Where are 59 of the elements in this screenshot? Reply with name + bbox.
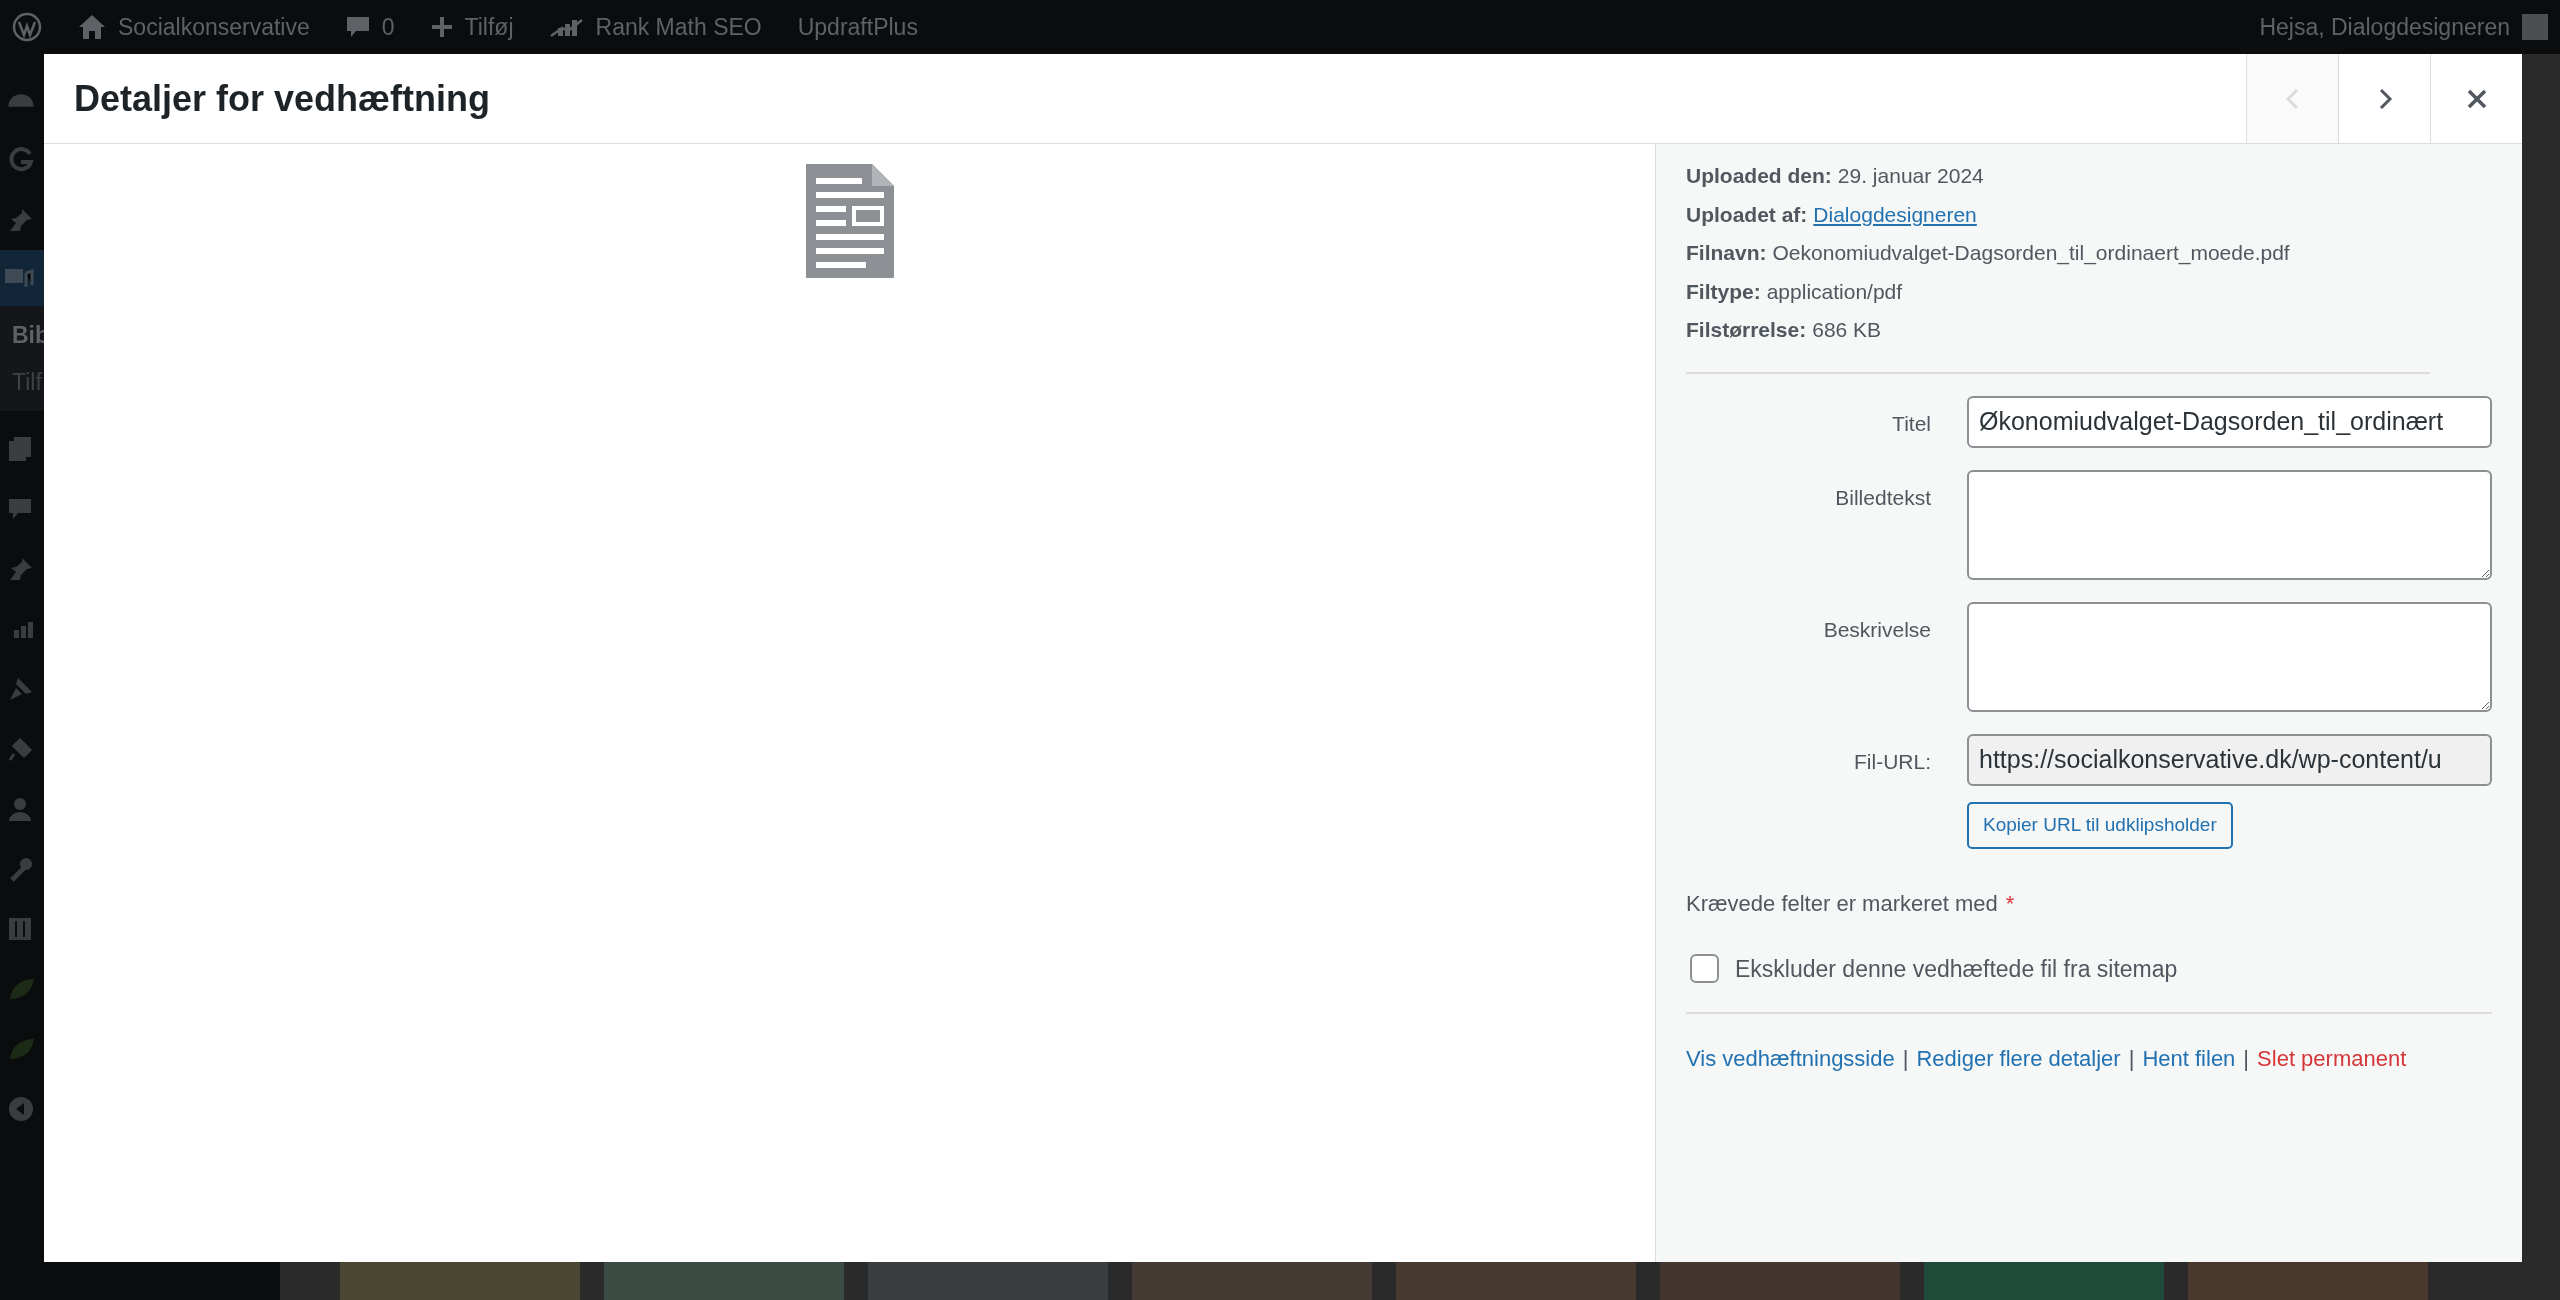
wrench-icon [8,856,34,882]
detail-label: Filstørrelse: [1686,317,1807,343]
required-marker: * [2005,889,2015,918]
admin-bar-item[interactable]: UpdraftPlus [797,9,918,45]
avatar [2522,14,2548,40]
detail-value: 686 KB [1812,317,1882,343]
file-url-field[interactable]: https://socialkonservative.dk/wp-content/u [1967,733,2492,786]
admin-bar-item[interactable]: Rank Math SEO [595,9,762,45]
modal-title: Detaljer for vedhæftning [73,76,492,121]
leaf-icon [8,977,36,1001]
checkbox-label: Ekskluder denne vedhæftede fil fra sitemap [1735,954,2178,984]
admin-bar-item[interactable]: Socialkonservative [118,9,310,45]
action-link[interactable]: Hent filen [2142,1042,2236,1075]
bar-chart-icon [549,16,584,38]
separator: | [1902,1045,1909,1073]
separator: | [2128,1045,2135,1073]
pages-icon [8,436,32,462]
plus-icon [430,16,453,38]
field-label: Fil-URL: [1853,748,1931,775]
detail-label: Uploadet af: [1686,201,1808,228]
detail-value: application/pdf [1766,278,1903,305]
detail-label: Uploaded den: [1686,163,1832,189]
field-label: Beskrivelse [1822,616,1931,643]
action-link[interactable]: Rediger flere detaljer [1916,1042,2121,1075]
user-icon [8,797,32,821]
pin-icon [8,207,34,233]
wordpress-logo-icon [12,12,42,42]
detail-label: Filtype: [1686,278,1761,305]
gauge-icon [8,92,34,108]
text-area-field[interactable] [1967,601,2492,712]
required-note: Krævede felter er markeret med [1686,889,1998,918]
detail-label: Filnavn: [1686,240,1767,266]
checkbox[interactable] [1690,954,1719,984]
home-icon [78,14,106,40]
action-link[interactable]: Vis vedhæftningsside [1686,1042,1895,1075]
pin-icon [8,556,34,582]
comment-icon [8,497,32,521]
admin-bar-item[interactable]: 0 [381,9,395,45]
separator: | [2243,1045,2250,1073]
admin-bar-item[interactable]: Tilføj [464,9,514,45]
field-label: Billedtekst [1834,484,1931,511]
title-field[interactable]: Økonomiudvalget-Dagsorden_til_ordinært [1967,395,2492,448]
delete-link[interactable]: Slet permanent [2257,1042,2407,1075]
greeting-link[interactable]: Hejsa, Dialogdesigneren [2259,9,2510,45]
document-icon [805,164,894,278]
leaf-icon [8,1037,36,1061]
text-area-field[interactable] [1967,469,2492,580]
uploader-link[interactable]: Dialogdesigneren [1813,198,1977,230]
sliders-icon [8,917,32,941]
plug-icon [8,736,34,762]
close-icon [2465,87,2488,110]
comment-icon [345,15,370,39]
brush-icon [8,676,34,702]
g-logo-icon [8,147,34,173]
copy-url-button[interactable]: Kopier URL til udklipsholder [1967,801,2233,849]
field-label: Titel [1891,410,1931,437]
collapse-icon [8,1096,34,1122]
detail-value: Oekonomiudvalget-Dagsorden_til_ordinaert_moede.pdf [1772,240,2290,267]
detail-value: 29. januar 2024 [1837,163,1984,189]
